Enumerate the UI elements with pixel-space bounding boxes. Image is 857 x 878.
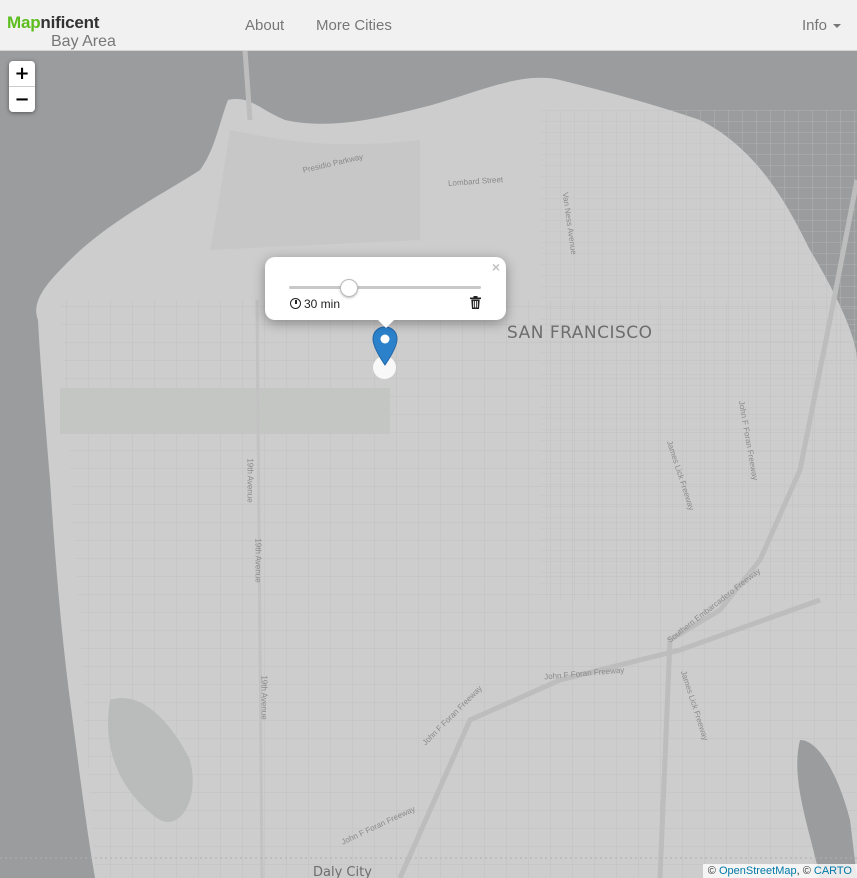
navbar: Mapnificent Bay Area About More Cities I… (0, 0, 857, 51)
time-label: 30 min (290, 297, 340, 311)
time-slider-thumb[interactable] (339, 279, 358, 297)
neighborhood-label: Daly City (313, 865, 372, 878)
info-dropdown[interactable]: Info (802, 17, 841, 34)
nav-about-link[interactable]: About (245, 17, 284, 34)
map-canvas[interactable]: Presidio Parkway Lombard Street Van Ness… (0, 51, 857, 878)
info-label: Info (801, 17, 827, 34)
street-label: 19th Avenue (253, 538, 263, 583)
map-basemap (0, 51, 857, 878)
popup-close-button[interactable]: × (492, 259, 500, 275)
caret-down-icon (833, 24, 841, 29)
time-value: 30 min (304, 297, 341, 311)
attribution-prefix: © (707, 865, 719, 877)
zoom-out-button[interactable]: − (9, 86, 35, 112)
street-label: 19th Avenue (245, 458, 255, 503)
presidio-area (210, 130, 420, 250)
clock-icon (290, 298, 301, 309)
popup-tip (376, 318, 396, 328)
brand-name: Mapnificent (7, 13, 99, 32)
travel-time-popup: × 30 min (265, 257, 506, 320)
brand-rest: nificent (40, 13, 100, 32)
zoom-control: + − (9, 61, 35, 112)
carto-link[interactable]: CARTO (814, 865, 852, 877)
map-marker-icon[interactable] (372, 326, 398, 366)
street-label: 19th Avenue (259, 675, 269, 720)
brand-logo[interactable]: Mapnificent Bay Area (7, 13, 116, 50)
trash-icon[interactable] (470, 296, 481, 314)
nav-more-cities-link[interactable]: More Cities (316, 17, 392, 34)
osm-link[interactable]: OpenStreetMap (719, 865, 797, 877)
brand-subtitle: Bay Area (51, 33, 116, 50)
zoom-in-button[interactable]: + (9, 61, 35, 86)
attribution-separator: , © (796, 865, 814, 877)
brand-accent: Map (7, 13, 41, 32)
map-attribution: © OpenStreetMap, © CARTO (702, 864, 857, 878)
city-label: SAN FRANCISCO (507, 323, 653, 343)
time-slider-track[interactable] (289, 286, 481, 289)
park-area (60, 388, 390, 434)
